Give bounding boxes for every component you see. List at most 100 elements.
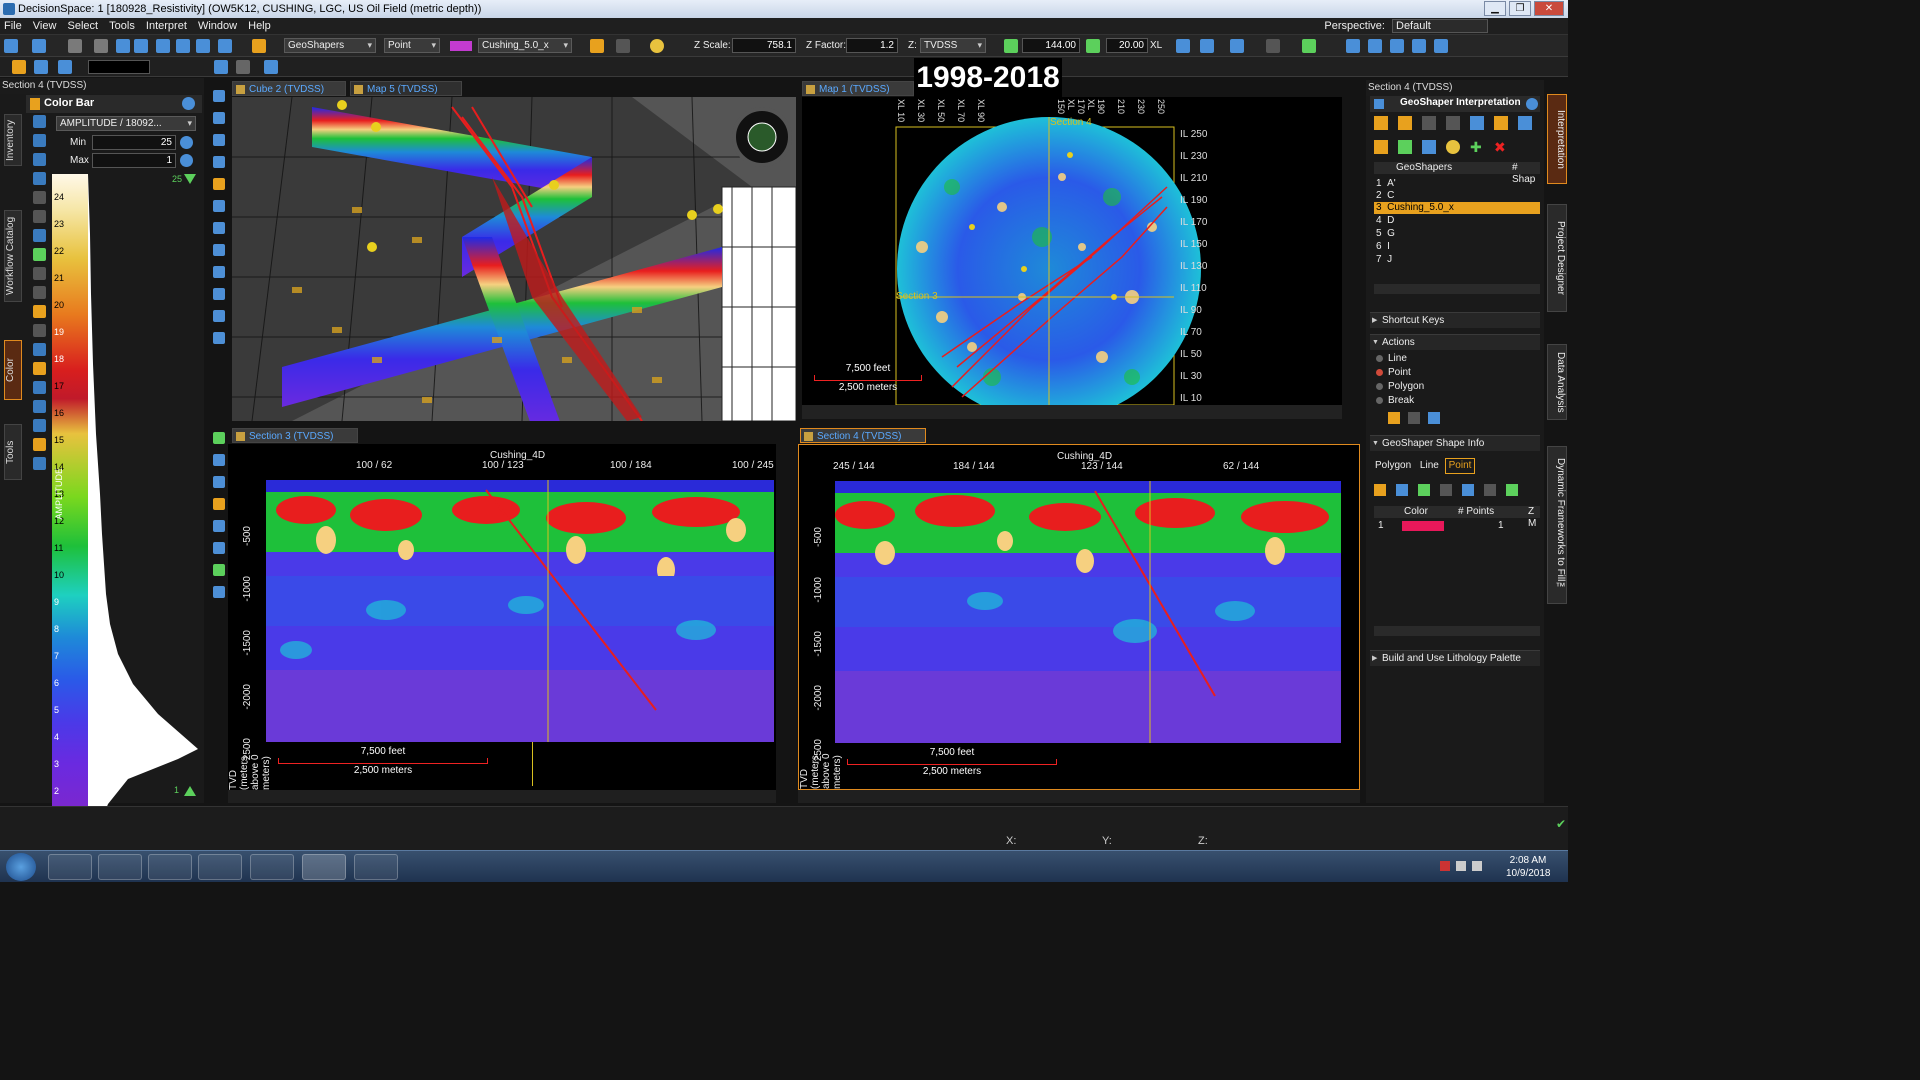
file-explorer-icon[interactable] <box>98 854 142 880</box>
close-button[interactable]: ✕ <box>1534 1 1564 16</box>
select-icon[interactable] <box>116 39 130 53</box>
flag-icon[interactable] <box>1266 39 1280 53</box>
inventory-tab[interactable]: Inventory <box>4 114 22 166</box>
north-icon[interactable] <box>213 332 225 344</box>
geoshaper-row-selected[interactable]: 3 Cushing_5.0_x <box>1374 202 1540 214</box>
map-h-scrollbar[interactable] <box>802 405 1342 419</box>
colorbar-fill-icon[interactable] <box>33 305 46 318</box>
zscale-input[interactable]: 758.1 <box>732 38 796 53</box>
sun-icon[interactable] <box>12 60 26 74</box>
speaker-tray-icon[interactable] <box>1472 861 1482 871</box>
action-break[interactable]: Break <box>1376 394 1414 408</box>
list-filter-icon[interactable] <box>1374 140 1388 154</box>
tools-icon[interactable] <box>1302 39 1316 53</box>
step-back-icon[interactable] <box>1004 39 1018 53</box>
list-save-icon[interactable] <box>1422 140 1436 154</box>
col-points[interactable]: # Points <box>1458 506 1494 518</box>
redo-action-icon[interactable] <box>1408 412 1420 424</box>
decisionspace-taskbar-icon[interactable] <box>302 854 346 880</box>
delete-icon[interactable]: ✖ <box>1494 140 1508 154</box>
min-input[interactable]: 25 <box>92 135 176 150</box>
colorbar-scale-icon[interactable] <box>33 419 46 432</box>
tab-section-3[interactable]: Section 3 (TVDSS) <box>232 428 358 443</box>
probe-icon[interactable] <box>213 200 225 212</box>
slice-icon[interactable] <box>213 222 225 234</box>
menu-tools[interactable]: Tools <box>105 18 139 35</box>
action-polygon[interactable]: Polygon <box>1376 380 1424 394</box>
zoom-icon[interactable] <box>213 134 225 146</box>
colorbar-refresh-icon[interactable] <box>33 134 46 147</box>
menu-file[interactable]: File <box>0 18 26 35</box>
geoshaper-type-icon[interactable] <box>1470 116 1484 130</box>
col-geoshapers[interactable]: GeoShapers <box>1396 162 1452 174</box>
shape-list-icon[interactable] <box>1462 484 1474 496</box>
open-icon[interactable] <box>32 39 46 53</box>
actions-section[interactable]: Actions <box>1370 334 1540 351</box>
orbit-icon[interactable] <box>213 156 225 168</box>
camera-icon[interactable] <box>213 266 225 278</box>
z-domain-dropdown[interactable]: TVDSS <box>920 38 986 53</box>
geoshaper-row[interactable]: 5 G <box>1374 228 1494 240</box>
flag-tray-icon[interactable] <box>1440 861 1450 871</box>
menu-select[interactable]: Select <box>64 18 103 35</box>
tray-clock[interactable]: 2:08 AM 10/9/2018 <box>1506 854 1551 880</box>
measure-icon[interactable] <box>156 39 170 53</box>
tab-section-4[interactable]: Section 4 (TVDSS) <box>800 428 926 443</box>
action-line[interactable]: Line <box>1376 352 1407 366</box>
shape-tab-line[interactable]: Line <box>1417 459 1442 473</box>
pan-icon[interactable] <box>213 112 225 124</box>
zfactor-input[interactable]: 1.2 <box>846 38 898 53</box>
bookmark-icon[interactable] <box>1230 39 1244 53</box>
top-marker-handle[interactable] <box>184 174 196 184</box>
shape-menu-icon[interactable] <box>1484 484 1496 496</box>
pick-icon[interactable] <box>134 39 148 53</box>
paint-app-icon[interactable] <box>250 854 294 880</box>
menu-view[interactable]: View <box>29 18 61 35</box>
perspective-select[interactable]: Default <box>1392 19 1488 34</box>
section-4-view[interactable]: Cushing_4D 245 / 144 184 / 144 123 / 144… <box>798 444 1360 790</box>
layers-icon[interactable] <box>213 288 225 300</box>
section-4-zoom-bar[interactable] <box>798 790 1360 803</box>
maximize-button[interactable]: ❐ <box>1509 1 1531 16</box>
window-5-icon[interactable] <box>1434 39 1448 53</box>
help-icon[interactable] <box>1526 98 1538 110</box>
section-add-icon[interactable] <box>213 564 225 576</box>
colorbar-apply-icon[interactable] <box>33 248 46 261</box>
section-tool-icon[interactable] <box>214 60 228 74</box>
menu-help[interactable]: Help <box>244 18 275 35</box>
copy-icon[interactable] <box>94 39 108 53</box>
shape-dropdown[interactable]: Cushing_5.0_x <box>478 38 572 53</box>
section-rect-icon[interactable] <box>213 454 225 466</box>
colorbar-undo-icon[interactable] <box>33 191 46 204</box>
shape-calc-icon[interactable] <box>1374 484 1386 496</box>
shape-color-swatch[interactable] <box>450 41 472 51</box>
home-icon[interactable] <box>1176 39 1190 53</box>
time-value-input[interactable]: 144.00 <box>1022 38 1080 53</box>
colorbar-split-icon[interactable] <box>33 343 46 356</box>
paint-icon[interactable] <box>213 178 225 190</box>
menu-interpret[interactable]: Interpret <box>142 18 191 35</box>
split-icon[interactable] <box>264 60 278 74</box>
col-shape-count[interactable]: # Shap <box>1512 162 1540 186</box>
section-paint-icon[interactable] <box>213 476 225 488</box>
color-field[interactable] <box>88 60 150 74</box>
min-reset-icon[interactable] <box>180 136 193 149</box>
notepad-icon[interactable] <box>354 854 398 880</box>
menu-window[interactable]: Window <box>194 18 241 35</box>
window-2-icon[interactable] <box>1368 39 1382 53</box>
shape-tab-polygon[interactable]: Polygon <box>1372 459 1414 473</box>
list-icon[interactable] <box>236 60 250 74</box>
annotation-icon[interactable] <box>1494 116 1508 130</box>
print-icon[interactable] <box>218 39 232 53</box>
redo-icon[interactable] <box>616 39 630 53</box>
colorbar-stretch-icon[interactable] <box>33 362 46 375</box>
rotate-icon[interactable] <box>213 90 225 102</box>
shape-info-h-scrollbar[interactable] <box>1374 626 1540 636</box>
light-source-icon[interactable] <box>213 244 225 256</box>
geoshaper-row[interactable]: 4 D <box>1374 215 1494 227</box>
light-icon[interactable] <box>650 39 664 53</box>
action-point[interactable]: Point <box>1376 366 1411 380</box>
help-icon[interactable] <box>182 97 195 110</box>
add-icon[interactable]: ✚ <box>1470 140 1484 154</box>
project-designer-tab[interactable]: Project Designer <box>1547 204 1567 312</box>
